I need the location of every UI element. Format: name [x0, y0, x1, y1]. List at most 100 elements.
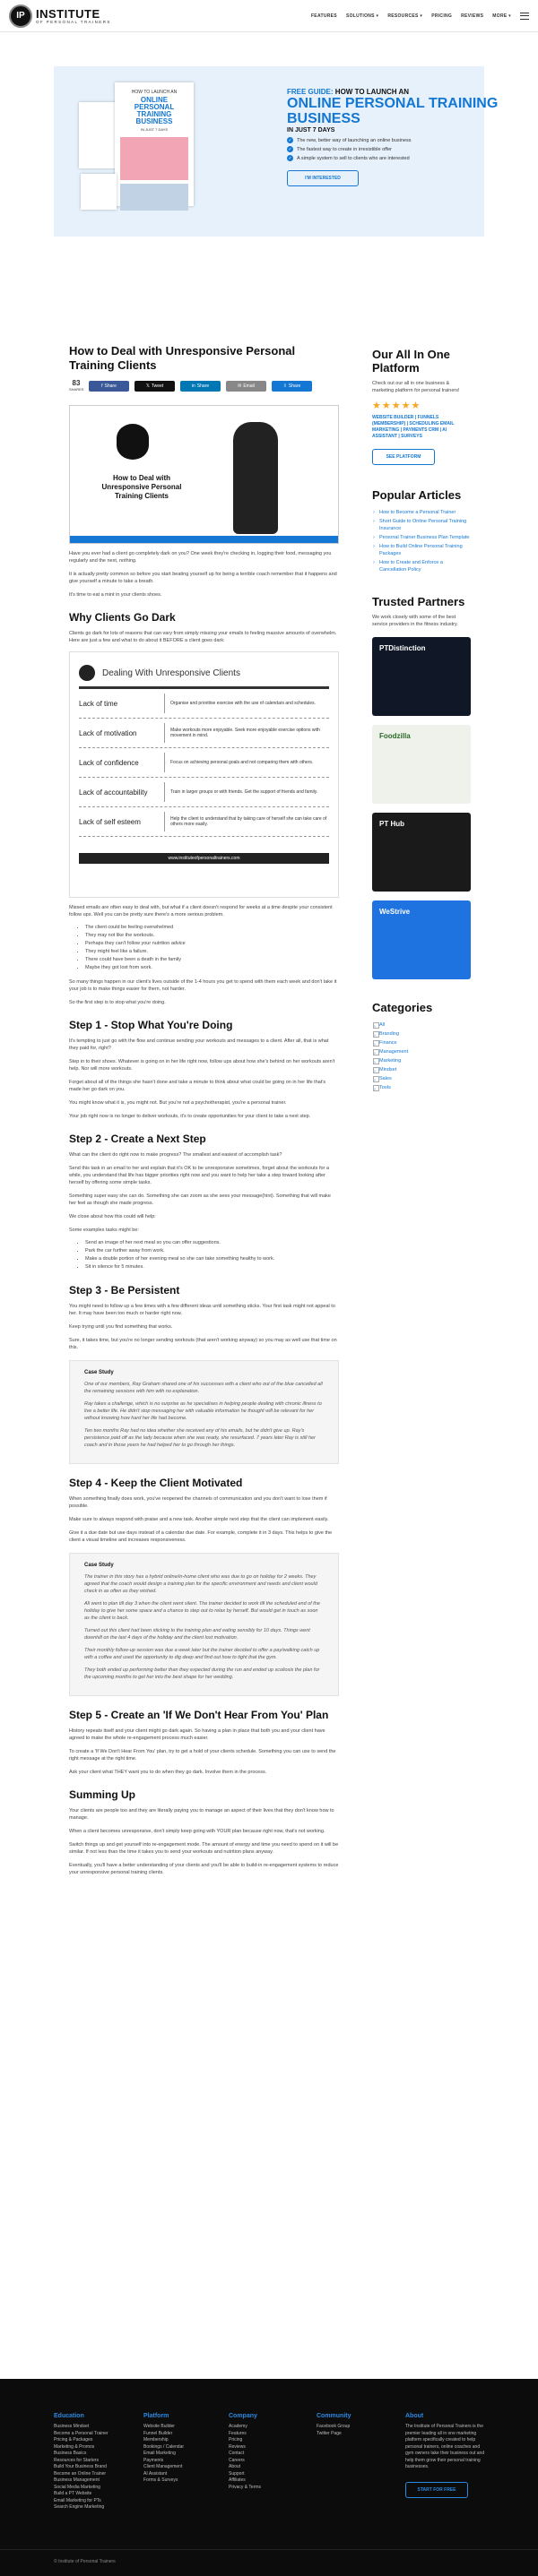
nav-resources[interactable]: RESOURCES ▾ — [387, 13, 422, 19]
footer-link[interactable]: Membership — [143, 2437, 224, 2444]
ipt-logo-icon — [79, 665, 95, 681]
footer-link[interactable]: Funnel Builder — [143, 2431, 224, 2438]
footer-link[interactable]: Build Your Business Brand — [54, 2464, 134, 2471]
start-free-button[interactable]: START FOR FREE — [405, 2481, 468, 2498]
footer-col-education: Education Business Mindset Become a Pers… — [54, 2413, 134, 2511]
footer-link[interactable]: Resources for Starters — [54, 2458, 134, 2465]
list-item: The client could be feeling overwhelmed — [85, 924, 339, 932]
popular-article-link[interactable]: Short Guide to Online Personal Training … — [372, 518, 471, 532]
footer-link[interactable]: Email Marketing — [143, 2451, 224, 2458]
footer-link[interactable]: Twitter Page — [317, 2431, 388, 2438]
site-logo[interactable]: IP INSTITUTE OF PERSONAL TRAINERS — [9, 4, 111, 28]
footer-link[interactable]: Contact — [229, 2451, 300, 2458]
footer-link[interactable]: Privacy & Terms — [229, 2485, 300, 2492]
paragraph: You might know what it is, you might not… — [69, 1100, 287, 1106]
unresponsive-clients-infographic: Dealing With Unresponsive Clients Lack o… — [69, 651, 339, 898]
heading-summing-up: Summing Up — [69, 1788, 135, 1801]
infographic-row: Lack of accountability Train in larger gr… — [79, 778, 329, 807]
footer-link[interactable]: Become a Personal Trainer — [54, 2431, 134, 2438]
promo-banner: HOW TO LAUNCH AN ONLINE PERSONAL TRAININ… — [54, 66, 498, 237]
footer-link[interactable]: Business Basics — [54, 2451, 134, 2458]
partner-card-pthub[interactable]: PT Hub — [372, 813, 471, 892]
article-title: How to Deal with Unresponsive Personal T… — [69, 344, 296, 372]
linkedin-share-button[interactable]: in Share — [180, 381, 221, 392]
share-bar: 83 SHARES f Share 𝕏 Tweet in Share ✉ Email ⇪ S… — [69, 380, 339, 392]
sidebar: Our All In One Platform Check out our al… — [372, 348, 471, 1093]
footer-link[interactable]: Search Engine Marketing — [54, 2504, 134, 2511]
paragraph: Keep trying until you find something tha… — [69, 1324, 173, 1330]
popular-article-link[interactable]: Personal Trainer Business Plan Template — [372, 534, 471, 541]
hero-title-text: How to Deal with Unresponsive Personal T… — [101, 474, 182, 500]
partner-card-westrive[interactable]: WeStrive — [372, 900, 471, 979]
footer-divider — [0, 2549, 538, 2550]
footer-link[interactable]: Become an Online Trainer — [54, 2471, 134, 2478]
facebook-share-button[interactable]: f Share — [89, 381, 129, 392]
partner-card-ptdistinction[interactable]: PTDistinction — [372, 637, 471, 716]
footer-link[interactable]: Bookings / Calendar — [143, 2444, 224, 2451]
footer-link[interactable]: AI Assistant — [143, 2471, 224, 2478]
footer-link[interactable]: Pricing & Packages — [54, 2437, 134, 2444]
footer-link[interactable]: About — [229, 2464, 300, 2471]
paragraph: So the first step is to stop what you're… — [69, 1000, 166, 1005]
list-item: Maybe they got lost from work. — [85, 964, 339, 972]
page: IP INSTITUTE OF PERSONAL TRAINERS FEATUR… — [0, 0, 538, 2576]
footer-link[interactable]: Careers — [229, 2458, 300, 2465]
footer-link[interactable]: Payments — [143, 2458, 224, 2465]
category-link[interactable]: All — [372, 1021, 471, 1029]
popular-article-link[interactable]: How to Become a Personal Trainer — [372, 509, 471, 516]
paragraph: Your job right now is no longer to deliv… — [69, 1114, 311, 1119]
footer-link[interactable]: Build a PT Website — [54, 2491, 134, 2498]
nav-more[interactable]: MORE ▾ — [492, 13, 511, 19]
interested-button[interactable]: I'M INTERESTED — [287, 170, 359, 186]
partner-card-foodzilla[interactable]: Foodzilla — [372, 725, 471, 804]
banner-bullet-list: ✓ The new, better way of launching an onl… — [287, 137, 520, 161]
twitter-share-button[interactable]: 𝕏 Tweet — [134, 381, 175, 392]
hero-image: How to Deal with Unresponsive Personal T… — [69, 405, 339, 544]
category-link[interactable]: Mindset — [372, 1066, 471, 1073]
footer-link[interactable]: Reviews — [229, 2444, 300, 2451]
footer-link[interactable]: Marketing & Promos — [54, 2444, 134, 2451]
nav-features[interactable]: FEATURES — [311, 13, 337, 19]
footer-link[interactable]: Affiliates — [229, 2477, 300, 2485]
nav-solutions[interactable]: SOLUTIONS ▾ — [346, 13, 378, 19]
share-icon: ⇪ — [282, 383, 287, 389]
email-share-button[interactable]: ✉ Email — [226, 381, 266, 392]
footer-link[interactable]: Email Marketing for PTs — [54, 2498, 134, 2505]
footer-link[interactable]: Website Builder — [143, 2424, 224, 2431]
footer-link[interactable]: Pricing — [229, 2437, 300, 2444]
banner-headline: ONLINE PERSONAL TRAINING BUSINESS — [287, 96, 499, 126]
example-tasks-list: Send an image of her next meal so you ca… — [69, 1239, 339, 1271]
categories-list: All Branding Finance Management Marketin… — [372, 1021, 471, 1091]
footer-link[interactable]: Social Media Marketing — [54, 2485, 134, 2492]
footer-link[interactable]: Forms & Surveys — [143, 2477, 224, 2485]
copyright-text: © Institute of Personal Trainers — [54, 2559, 116, 2564]
popular-article-link[interactable]: How to Create and Enforce a Cancellation… — [372, 559, 471, 573]
footer-link[interactable]: Business Mindset — [54, 2424, 134, 2431]
book-photo — [120, 137, 188, 180]
nav-reviews[interactable]: REVIEWS — [461, 13, 483, 19]
category-link[interactable]: Management — [372, 1048, 471, 1055]
case-study-box: Case Study One of our members, Ray Graha… — [69, 1360, 339, 1464]
heading-step-4: Step 4 - Keep the Client Motivated — [69, 1477, 243, 1489]
footer-link[interactable]: Facebook Group — [317, 2424, 388, 2431]
popular-article-link[interactable]: How to Build Online Personal Training Pa… — [372, 543, 471, 557]
footer-link[interactable]: Academy — [229, 2424, 300, 2431]
nav-pricing[interactable]: PRICING — [431, 13, 452, 19]
footer-link[interactable]: Client Management — [143, 2464, 224, 2471]
category-link[interactable]: Tools — [372, 1084, 471, 1091]
case-study-paragraph: Ten two months Ray had no idea whether s… — [84, 1428, 316, 1448]
category-link[interactable]: Sales — [372, 1075, 471, 1082]
footer-about-text: The Institute of Personal Trainers is th… — [405, 2424, 485, 2469]
generic-share-button[interactable]: ⇪ Share — [272, 381, 312, 392]
intro-paragraph: It is actually pretty common so before y… — [69, 572, 337, 584]
logo-emblem-icon: IP — [9, 4, 32, 28]
footer-link[interactable]: Business Management — [54, 2477, 134, 2485]
see-platform-button[interactable]: SEE PLATFORM — [372, 449, 435, 465]
heading-step-3: Step 3 - Be Persistent — [69, 1284, 180, 1297]
hamburger-menu-icon[interactable] — [520, 12, 529, 20]
category-link[interactable]: Branding — [372, 1030, 471, 1038]
footer-link[interactable]: Features — [229, 2431, 300, 2438]
category-link[interactable]: Marketing — [372, 1057, 471, 1064]
footer-link[interactable]: Support — [229, 2471, 300, 2478]
category-link[interactable]: Finance — [372, 1039, 471, 1047]
